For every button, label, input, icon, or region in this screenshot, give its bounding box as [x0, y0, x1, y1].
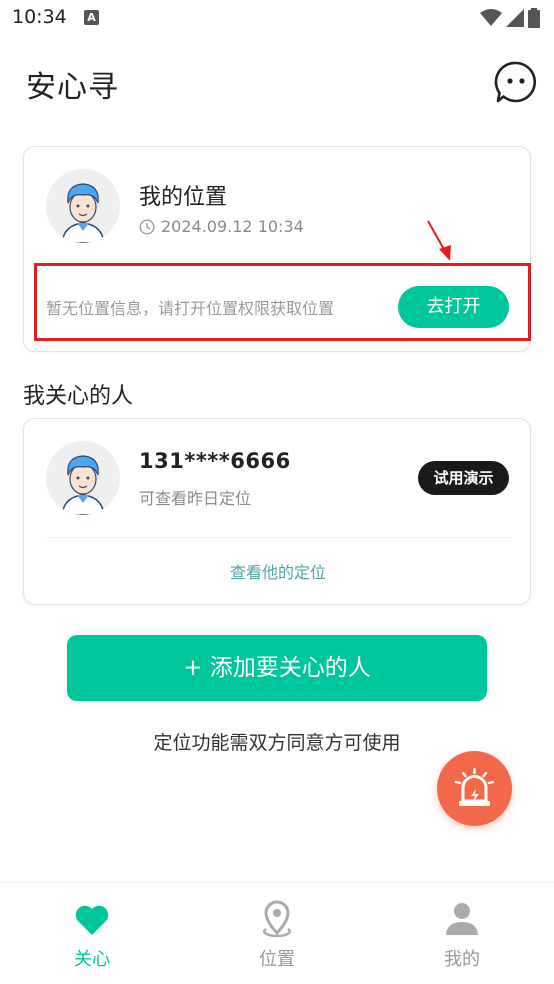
open-permission-button[interactable]: 去打开: [398, 286, 509, 328]
divider: [46, 537, 510, 538]
sos-button[interactable]: [437, 751, 512, 826]
location-notice: 暂无位置信息，请打开位置权限获取位置: [46, 299, 335, 318]
add-cared-person-button[interactable]: + 添加要关心的人: [67, 635, 487, 701]
chat-button[interactable]: [494, 60, 538, 104]
heart-icon: [75, 905, 109, 935]
alarm-siren-icon: [454, 767, 495, 806]
avatar: [46, 169, 120, 243]
cared-person-subtitle: 可查看昨日定位: [139, 489, 252, 508]
cared-person-card[interactable]: 131****6666 可查看昨日定位 试用演示 查看他的定位: [23, 418, 531, 605]
cared-person-phone: 131****6666: [139, 449, 291, 473]
care-section-title: 我关心的人: [23, 384, 134, 409]
chat-bubble-icon: [494, 61, 537, 103]
status-icons: [480, 8, 540, 28]
nav-item-care[interactable]: 关心: [32, 883, 152, 983]
avatar: [46, 441, 120, 515]
nav-label-care: 关心: [74, 949, 110, 970]
signal-icon: [506, 9, 524, 27]
nav-item-mine[interactable]: 我的: [402, 883, 522, 983]
avatar-illustration-icon: [46, 441, 120, 515]
status-bar: 10:34 A: [0, 0, 554, 38]
notification-icon: A: [84, 10, 99, 25]
location-timestamp: 2024.09.12 10:34: [139, 217, 304, 236]
timestamp-text: 2024.09.12 10:34: [161, 217, 304, 236]
nav-label-location: 位置: [259, 949, 295, 970]
view-location-link[interactable]: 查看他的定位: [24, 559, 532, 583]
person-icon: [446, 903, 478, 935]
my-location-title: 我的位置: [139, 185, 228, 210]
location-pin-icon: [263, 900, 291, 938]
red-arrow-annotation: [427, 220, 451, 261]
nav-item-location[interactable]: 位置: [217, 883, 337, 983]
bottom-nav: 关心 位置 我的: [0, 882, 554, 984]
app-title: 安心寻: [26, 70, 119, 105]
clock-icon: [139, 218, 155, 235]
demo-badge: 试用演示: [418, 461, 509, 495]
nav-label-mine: 我的: [444, 949, 480, 970]
my-location-card: 我的位置 2024.09.12 10:34 暂无位置信息，请打开位置权限获取位置…: [23, 146, 531, 352]
battery-icon: [528, 8, 540, 28]
wifi-icon: [480, 9, 502, 26]
status-time: 10:34: [12, 6, 67, 28]
avatar-illustration-icon: [46, 169, 120, 243]
